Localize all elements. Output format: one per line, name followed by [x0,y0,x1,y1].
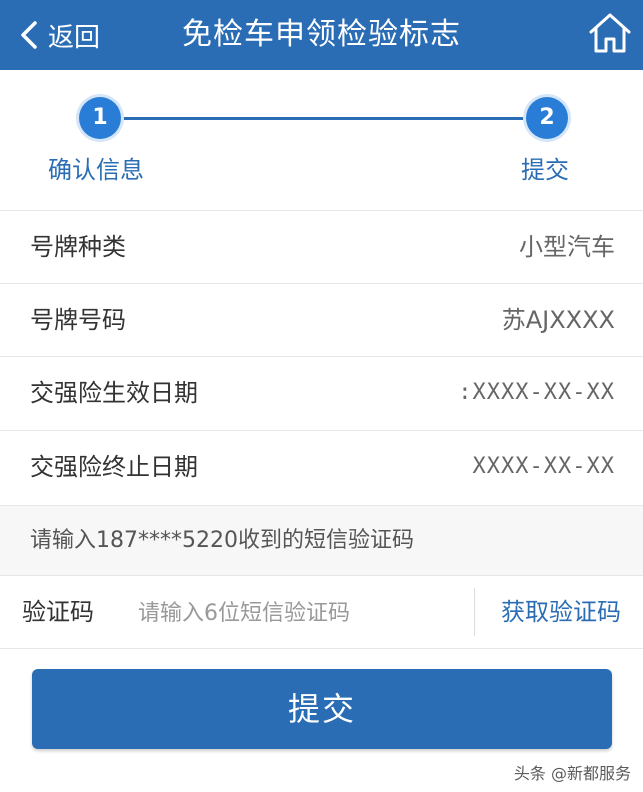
divider [474,588,475,636]
get-code-button[interactable]: 获取验证码 [501,576,621,648]
step-connector-line [100,117,547,120]
step-2-label: 提交 [521,156,569,184]
top-nav-bar: 返回 免检车申领检验标志 [0,0,643,70]
sms-hint-row: 请输入187****5220收到的短信验证码 [0,505,643,576]
watermark: 头条 @新都服务 [513,764,631,783]
sms-hint-text: 请输入187****5220收到的短信验证码 [30,528,414,553]
insurance-end-row: 交强险终止日期 XXXX-XX-XX [0,430,643,503]
insurance-start-label: 交强险生效日期 [30,379,198,407]
plate-type-value: 小型汽车 [519,233,615,261]
home-button[interactable] [587,10,633,56]
plate-number-label: 号牌号码 [30,306,126,334]
plate-type-row: 号牌种类 小型汽车 [0,210,643,283]
step-1-label: 确认信息 [48,156,144,184]
plate-type-label: 号牌种类 [30,233,126,261]
verification-code-input[interactable] [136,590,460,636]
insurance-end-label: 交强险终止日期 [30,453,198,481]
home-icon [589,13,631,53]
step-2-indicator: 2 [526,97,568,139]
plate-number-value: 苏AJXXXX [501,306,615,334]
insurance-end-value: XXXX-XX-XX [472,454,615,479]
step-1-indicator: 1 [79,97,121,139]
verification-code-label: 验证码 [22,598,94,626]
insurance-start-row: 交强险生效日期 :XXXX-XX-XX [0,356,643,429]
plate-number-row: 号牌号码 苏AJXXXX [0,283,643,356]
verification-code-row: 验证码 获取验证码 [0,575,643,649]
insurance-start-value: :XXXX-XX-XX [458,380,615,405]
page-title: 免检车申领检验标志 [182,17,461,52]
submit-button[interactable]: 提交 [32,669,612,749]
step-progress: 1 2 确认信息 提交 [0,70,643,208]
